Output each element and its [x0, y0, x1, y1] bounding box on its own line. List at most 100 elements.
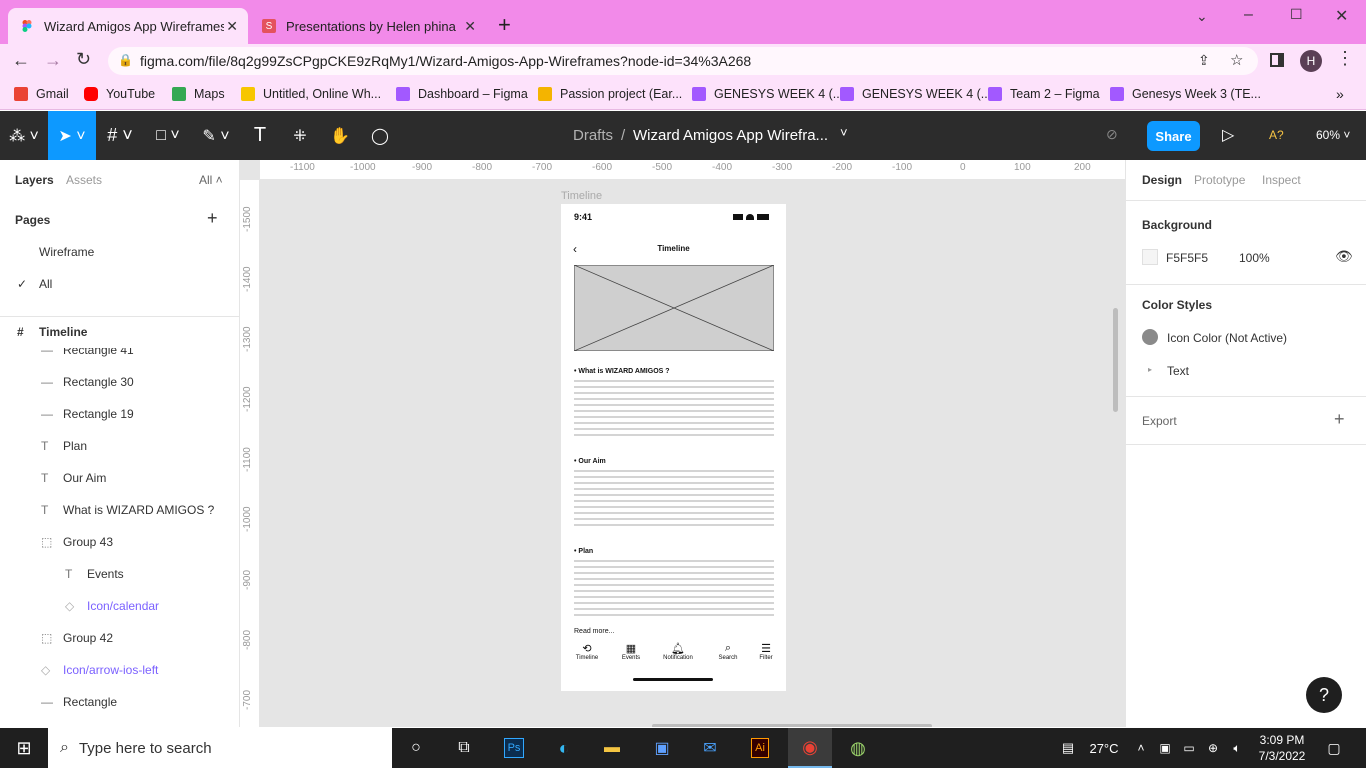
main-menu-icon[interactable]: ⁂ ˅	[0, 111, 48, 160]
move-tool-icon[interactable]: ➤ ˅	[48, 111, 96, 160]
layer-item[interactable]: T Our Aim	[0, 462, 239, 494]
back-icon[interactable]: ←	[12, 50, 30, 71]
hand-tool-icon[interactable]: ✋	[320, 111, 360, 160]
nav-item-events[interactable]: ▦ Events	[616, 642, 646, 661]
bookmark-genesys-2[interactable]: GENESYS WEEK 4 (...	[840, 85, 991, 103]
layer-item[interactable]: ⬚ Group 43	[0, 526, 239, 558]
add-page-icon[interactable]: +	[207, 208, 218, 229]
style-icon-color[interactable]: Icon Color (Not Active)	[1167, 331, 1287, 345]
mail-icon[interactable]: ✉	[690, 728, 730, 768]
volume-icon[interactable]: 🔈︎	[1228, 728, 1246, 768]
share-button[interactable]: Share	[1147, 121, 1200, 151]
style-text[interactable]: Text	[1167, 364, 1189, 378]
more-bookmarks-icon[interactable]: »	[1336, 85, 1344, 103]
eye-icon[interactable]: 👁︎	[1335, 248, 1353, 265]
bookmark-team2[interactable]: Team 2 – Figma	[988, 85, 1100, 103]
battery-icon[interactable]: ▭	[1180, 728, 1198, 768]
tab-design[interactable]: Design	[1142, 173, 1182, 187]
vertical-scrollbar[interactable]	[1113, 308, 1118, 412]
bookmark-maps[interactable]: Maps	[172, 85, 225, 103]
components-icon[interactable]: ⁜	[280, 111, 320, 160]
present-icon[interactable]: ▷	[1222, 125, 1234, 145]
bookmark-passion[interactable]: Passion project (Ear...	[538, 85, 682, 103]
layer-item[interactable]: — Rectangle 41	[0, 348, 239, 366]
layer-frame-timeline[interactable]: # Timeline	[0, 316, 239, 348]
share-page-icon[interactable]: ⇪	[1198, 52, 1210, 69]
breadcrumb-drafts[interactable]: Drafts	[573, 127, 613, 144]
weather-icon[interactable]: ▤	[1056, 728, 1080, 768]
tab-prototype[interactable]: Prototype	[1194, 173, 1245, 187]
meet-icon[interactable]: ▣	[1156, 728, 1174, 768]
layer-item[interactable]: T What is WIZARD AMIGOS ?	[0, 494, 239, 526]
forward-icon[interactable]: →	[44, 50, 62, 71]
illustrator-icon[interactable]: Ai	[740, 728, 780, 768]
phone-frame[interactable]: 9:41 ‹ Timeline • What is WIZARD AMIGOS …	[561, 204, 786, 691]
photoshop-icon[interactable]: Ps	[494, 728, 534, 768]
chevron-up-icon[interactable]: ˄	[1132, 728, 1150, 768]
read-more-link[interactable]: Read more...	[574, 628, 614, 635]
profile-avatar[interactable]: H	[1300, 50, 1322, 72]
ai-button[interactable]: A?	[1269, 128, 1284, 142]
tab-wizard-amigos[interactable]: Wizard Amigos App Wireframes ✕	[8, 8, 248, 44]
nav-item-search[interactable]: ⌕ Search	[713, 642, 743, 661]
bookmark-genesys-1[interactable]: GENESYS WEEK 4 (...	[692, 85, 843, 103]
tab-presentations[interactable]: S Presentations by Helen phina ✕	[250, 8, 486, 44]
tab-search-icon[interactable]: ⌄	[1196, 8, 1208, 25]
network-icon[interactable]: ⊕	[1204, 728, 1222, 768]
notifications-icon[interactable]: ▢	[1322, 728, 1346, 768]
layer-item[interactable]: ⬚ Group 42	[0, 622, 239, 654]
all-pages-dropdown[interactable]: All ˄	[199, 173, 223, 187]
comment-tool-icon[interactable]: ◯	[360, 111, 400, 160]
text-tool-icon[interactable]: T	[240, 111, 280, 160]
background-opacity[interactable]: 100%	[1239, 251, 1270, 265]
style-swatch[interactable]	[1142, 329, 1158, 345]
clock[interactable]: 3:09 PM 7/3/2022	[1252, 732, 1312, 764]
background-hex[interactable]: F5F5F5	[1166, 251, 1208, 265]
close-icon[interactable]: ✕	[226, 18, 238, 35]
layer-item[interactable]: — Rectangle 30	[0, 366, 239, 398]
task-view-icon[interactable]: ⧉	[444, 728, 484, 768]
horizontal-scrollbar[interactable]	[652, 724, 932, 727]
cortana-icon[interactable]: ○	[396, 728, 436, 768]
reload-icon[interactable]: ↻	[76, 49, 91, 70]
store-icon[interactable]: ▣	[642, 728, 682, 768]
tab-assets[interactable]: Assets	[66, 173, 102, 187]
app-icon[interactable]: ◍	[838, 728, 878, 768]
sidebar-icon[interactable]	[1270, 53, 1284, 67]
zoom-level[interactable]: 60% ˅	[1316, 128, 1350, 142]
chevron-down-icon[interactable]: ˅	[840, 125, 848, 140]
taskbar-search[interactable]: ⌕ Type here to search	[48, 728, 392, 768]
add-export-icon[interactable]: +	[1334, 409, 1345, 430]
layer-item[interactable]: — Rectangle	[0, 686, 239, 718]
layer-item[interactable]: T Plan	[0, 430, 239, 462]
edge-icon[interactable]: ◐	[544, 728, 584, 768]
nav-item-notification[interactable]: 🔔︎ Notification	[658, 642, 698, 661]
help-button[interactable]: ?	[1306, 677, 1342, 713]
maximize-button[interactable]: ☐	[1290, 6, 1303, 23]
chrome-icon[interactable]: ◉	[788, 728, 832, 768]
file-name[interactable]: Wizard Amigos App Wirefra...	[633, 127, 828, 144]
canvas[interactable]: -1100 -1000 -900 -800 -700 -600 -500 -40…	[240, 160, 1125, 727]
layer-item[interactable]: T Events	[0, 558, 239, 590]
temperature[interactable]: 27°C	[1084, 728, 1124, 768]
page-item-wireframe[interactable]: Wireframe	[0, 236, 239, 268]
menu-icon[interactable]: ⋮	[1336, 48, 1354, 69]
tab-inspect[interactable]: Inspect	[1262, 173, 1301, 187]
pen-tool-icon[interactable]: ✎ ˅	[192, 111, 240, 160]
star-icon[interactable]: ☆	[1230, 51, 1243, 69]
minimize-button[interactable]: –	[1244, 6, 1253, 24]
shape-tool-icon[interactable]: □ ˅	[144, 111, 192, 160]
nav-item-filter[interactable]: ☰ Filter	[751, 642, 781, 661]
new-tab-button[interactable]: +	[498, 12, 511, 38]
bookmark-untitled[interactable]: Untitled, Online Wh...	[241, 85, 381, 103]
expand-icon[interactable]: ▸	[1148, 365, 1152, 374]
background-swatch[interactable]	[1142, 249, 1158, 265]
bookmark-dashboard[interactable]: Dashboard – Figma	[396, 85, 528, 103]
nav-item-timeline[interactable]: ⟲ Timeline	[572, 642, 602, 661]
file-explorer-icon[interactable]: ▬	[592, 728, 632, 768]
close-icon[interactable]: ✕	[464, 18, 476, 35]
bookmark-genesys-3[interactable]: Genesys Week 3 (TE...	[1110, 85, 1261, 103]
bookmark-youtube[interactable]: YouTube	[84, 85, 155, 103]
tab-layers[interactable]: Layers	[15, 173, 54, 187]
layer-item[interactable]: — Rectangle 19	[0, 398, 239, 430]
